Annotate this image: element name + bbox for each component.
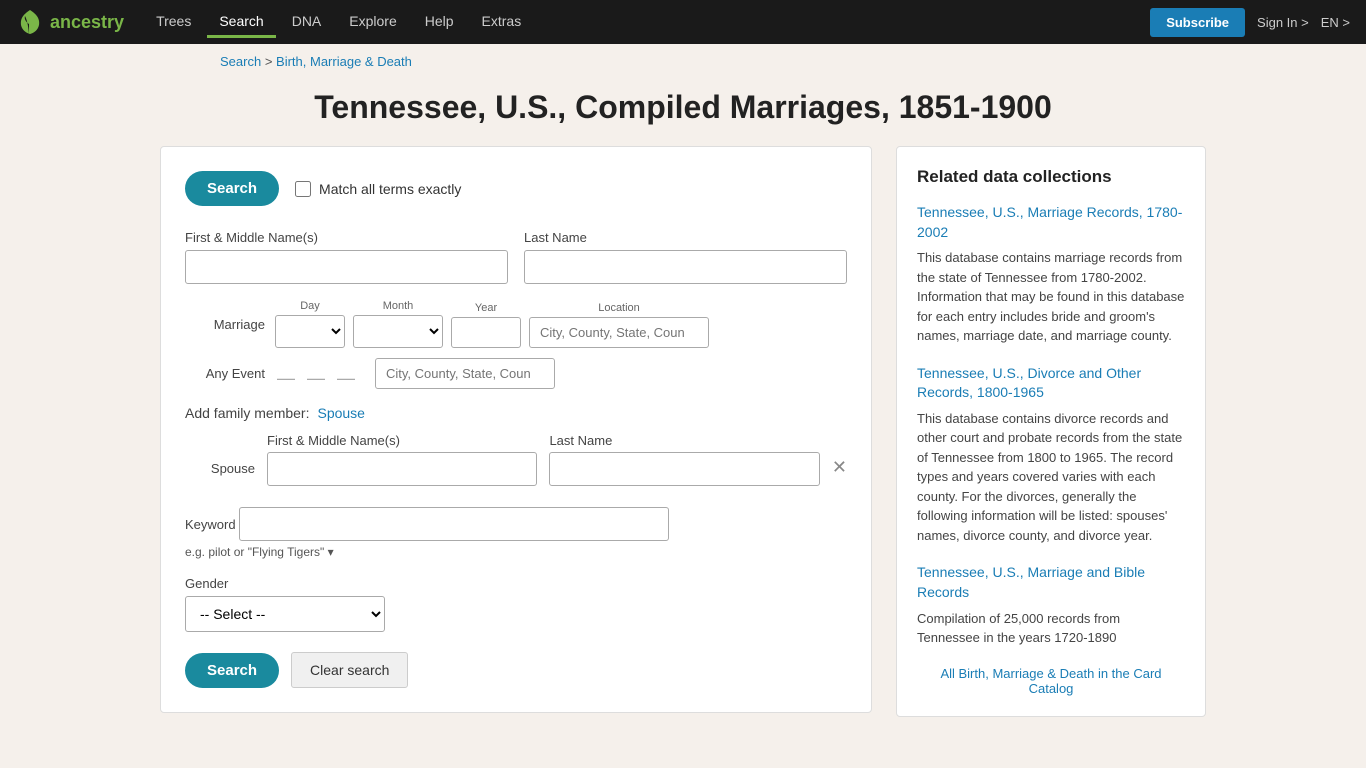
marriage-date-fields: Day Month Year (275, 300, 709, 348)
breadcrumb-separator: > (265, 54, 276, 69)
add-family-label: Add family member: (185, 405, 309, 421)
last-name-label: Last Name (524, 230, 847, 245)
page-title: Tennessee, U.S., Compiled Marriages, 185… (0, 89, 1366, 126)
nav-explore[interactable]: Explore (337, 7, 408, 38)
collection-desc-2: This database contains divorce records a… (917, 409, 1185, 546)
nav-links: Trees Search DNA Explore Help Extras (144, 7, 1130, 38)
last-name-group: Last Name (524, 230, 847, 284)
location-group: Location (529, 302, 709, 348)
clear-search-button[interactable]: Clear search (291, 652, 408, 688)
keyword-input[interactable] (239, 507, 669, 541)
first-name-label: First & Middle Name(s) (185, 230, 508, 245)
nav-extras[interactable]: Extras (470, 7, 534, 38)
search-form-container: Search Match all terms exactly First & M… (160, 146, 872, 713)
keyword-hint[interactable]: e.g. pilot or "Flying Tigers" ▾ (185, 545, 847, 559)
spouse-last-group: Last Name (549, 433, 819, 486)
gender-section: Gender -- Select --MaleFemale (185, 575, 847, 632)
navbar: ancestry Trees Search DNA Explore Help E… (0, 0, 1366, 44)
family-section: Add family member: Spouse Spouse First &… (185, 405, 847, 486)
year-group: Year (451, 302, 521, 348)
page-title-area: Tennessee, U.S., Compiled Marriages, 185… (0, 79, 1366, 146)
any-event-location-input[interactable] (375, 358, 555, 389)
first-name-group: First & Middle Name(s) (185, 230, 508, 284)
spouse-fields: First & Middle Name(s) Last Name (267, 433, 820, 486)
nav-help[interactable]: Help (413, 7, 466, 38)
month-label: Month (353, 300, 443, 312)
last-name-input[interactable] (524, 250, 847, 284)
spouse-first-label: First & Middle Name(s) (267, 433, 537, 448)
marriage-label: Marriage (185, 317, 265, 332)
day-label: Day (275, 300, 345, 312)
any-event-month-dash: — (305, 368, 327, 389)
marriage-day-select[interactable] (275, 315, 345, 348)
keyword-section: Keyword e.g. pilot or "Flying Tigers" ▾ (185, 502, 847, 559)
spouse-label: Spouse (185, 461, 255, 486)
remove-spouse-button[interactable]: ✕ (832, 457, 847, 486)
logo-text: ancestry (50, 12, 124, 33)
nav-search[interactable]: Search (207, 7, 275, 38)
year-label: Year (451, 302, 521, 314)
breadcrumb-current-link[interactable]: Birth, Marriage & Death (276, 54, 412, 69)
match-exact-label[interactable]: Match all terms exactly (295, 181, 461, 197)
spouse-first-input[interactable] (267, 452, 537, 486)
collection-item-3: Tennessee, U.S., Marriage and Bible Reco… (917, 563, 1185, 647)
subscribe-button[interactable]: Subscribe (1150, 8, 1245, 37)
site-logo[interactable]: ancestry (16, 8, 124, 36)
match-exact-checkbox[interactable] (295, 181, 311, 197)
related-collections: Related data collections Tennessee, U.S.… (896, 146, 1206, 717)
breadcrumb-search-link[interactable]: Search (220, 54, 261, 69)
spouse-last-input[interactable] (549, 452, 819, 486)
any-event-year-dash: — (335, 368, 357, 389)
collection-item-2: Tennessee, U.S., Divorce and Other Recor… (917, 364, 1185, 546)
search-button-bottom[interactable]: Search (185, 653, 279, 688)
collection-desc-3: Compilation of 25,000 records from Tenne… (917, 609, 1185, 648)
any-event-day-dash: — (275, 368, 297, 389)
first-name-input[interactable] (185, 250, 508, 284)
form-actions: Search Clear search (185, 652, 847, 688)
right-sidebar: Related data collections Tennessee, U.S.… (896, 146, 1206, 717)
signin-link[interactable]: Sign In > (1257, 15, 1309, 30)
spouse-row: Spouse First & Middle Name(s) Last Name … (185, 433, 847, 486)
form-header: Search Match all terms exactly (185, 171, 847, 206)
day-group: Day (275, 300, 345, 348)
gender-label: Gender (185, 576, 228, 591)
marriage-year-input[interactable] (451, 317, 521, 348)
marriage-event-row: Marriage Day Month (185, 300, 847, 348)
spouse-first-group: First & Middle Name(s) (267, 433, 537, 486)
all-collections-link[interactable]: All Birth, Marriage & Death in the Card … (917, 666, 1185, 696)
month-group: Month (353, 300, 443, 348)
collection-link-3[interactable]: Tennessee, U.S., Marriage and Bible Reco… (917, 563, 1185, 602)
language-selector[interactable]: EN > (1321, 15, 1350, 30)
marriage-month-select[interactable] (353, 315, 443, 348)
nav-right: Subscribe Sign In > EN > (1150, 8, 1350, 37)
name-row: First & Middle Name(s) Last Name (185, 230, 847, 284)
nav-trees[interactable]: Trees (144, 7, 203, 38)
main-layout: Search Match all terms exactly First & M… (0, 146, 1366, 757)
collection-item-1: Tennessee, U.S., Marriage Records, 1780-… (917, 203, 1185, 346)
match-exact-text: Match all terms exactly (319, 181, 461, 197)
breadcrumb: Search > Birth, Marriage & Death (0, 44, 1366, 79)
collection-link-2[interactable]: Tennessee, U.S., Divorce and Other Recor… (917, 364, 1185, 403)
related-title: Related data collections (917, 167, 1185, 187)
collection-desc-1: This database contains marriage records … (917, 248, 1185, 346)
logo-leaf-icon (16, 8, 44, 36)
keyword-label: Keyword (185, 517, 236, 532)
event-section: Marriage Day Month (185, 300, 847, 389)
nav-dna[interactable]: DNA (280, 7, 334, 38)
location-label: Location (529, 302, 709, 314)
family-header: Add family member: Spouse (185, 405, 847, 421)
any-event-label: Any Event (185, 366, 265, 381)
marriage-location-input[interactable] (529, 317, 709, 348)
search-button-top[interactable]: Search (185, 171, 279, 206)
gender-select[interactable]: -- Select --MaleFemale (185, 596, 385, 632)
spouse-last-label: Last Name (549, 433, 819, 448)
any-event-date-fields: — — — (275, 358, 555, 389)
spouse-link[interactable]: Spouse (317, 405, 364, 421)
any-event-row: Any Event — — — (185, 358, 847, 389)
collection-link-1[interactable]: Tennessee, U.S., Marriage Records, 1780-… (917, 203, 1185, 242)
